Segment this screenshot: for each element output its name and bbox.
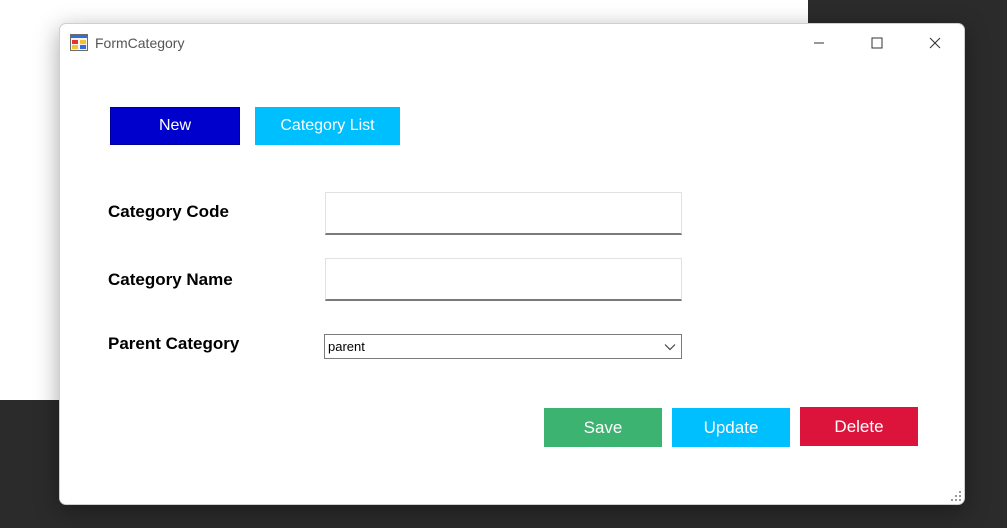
parent-category-selected-value: parent	[328, 339, 365, 354]
update-button[interactable]: Update	[672, 408, 790, 447]
close-button[interactable]	[906, 24, 964, 62]
resize-grip-icon[interactable]	[950, 490, 962, 502]
maximize-button[interactable]	[848, 24, 906, 62]
maximize-icon	[871, 37, 883, 49]
parent-category-label: Parent Category	[108, 334, 240, 353]
title-bar[interactable]: FormCategory	[60, 24, 964, 62]
form-app-icon	[70, 34, 88, 51]
delete-button[interactable]: Delete	[800, 407, 918, 446]
window-title: FormCategory	[95, 35, 185, 51]
save-button[interactable]: Save	[544, 408, 662, 447]
minimize-button[interactable]	[790, 24, 848, 62]
category-name-label: Category Name	[108, 270, 233, 289]
category-list-button[interactable]: Category List	[255, 107, 400, 145]
category-name-input[interactable]	[325, 258, 682, 301]
chevron-down-icon[interactable]	[659, 335, 681, 358]
new-button[interactable]: New	[110, 107, 240, 145]
form-category-window: FormCategory New Category List Category …	[59, 23, 965, 505]
parent-category-select[interactable]: parent	[324, 334, 682, 359]
category-code-label: Category Code	[108, 202, 229, 221]
minimize-icon	[814, 42, 824, 44]
close-icon	[929, 37, 941, 49]
category-code-input[interactable]	[325, 192, 682, 235]
